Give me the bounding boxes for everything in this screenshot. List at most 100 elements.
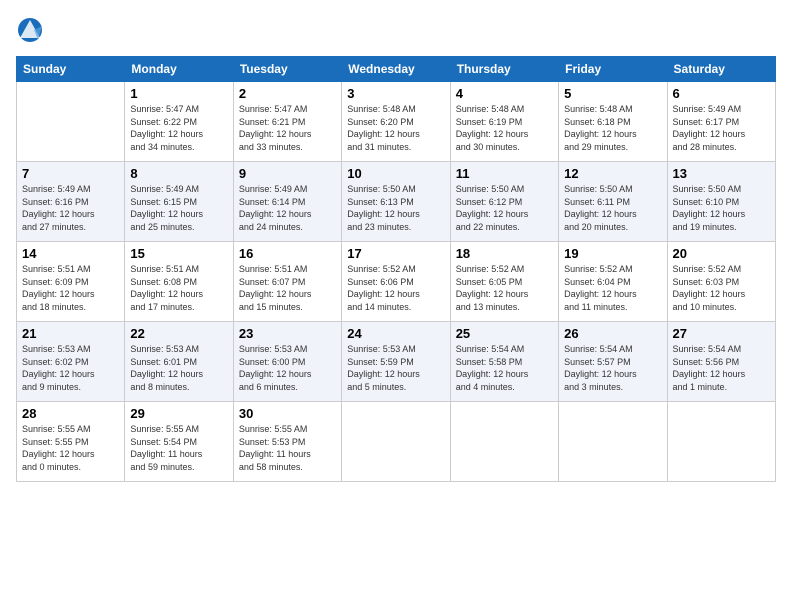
day-number: 17 (347, 246, 444, 261)
table-row: 6 Sunrise: 5:49 AM Sunset: 6:17 PM Daylig… (667, 82, 775, 162)
col-header-saturday: Saturday (667, 57, 775, 82)
table-row: 3 Sunrise: 5:48 AM Sunset: 6:20 PM Daylig… (342, 82, 450, 162)
calendar-week-row: 7 Sunrise: 5:49 AM Sunset: 6:16 PM Daylig… (17, 162, 776, 242)
table-row: 30 Sunrise: 5:55 AM Sunset: 5:53 PM Dayli… (233, 402, 341, 482)
col-header-friday: Friday (559, 57, 667, 82)
col-header-thursday: Thursday (450, 57, 558, 82)
table-row (667, 402, 775, 482)
day-number: 2 (239, 86, 336, 101)
day-info: Sunrise: 5:53 AM Sunset: 6:02 PM Dayligh… (22, 343, 119, 393)
table-row: 19 Sunrise: 5:52 AM Sunset: 6:04 PM Dayli… (559, 242, 667, 322)
day-info: Sunrise: 5:48 AM Sunset: 6:19 PM Dayligh… (456, 103, 553, 153)
table-row: 29 Sunrise: 5:55 AM Sunset: 5:54 PM Dayli… (125, 402, 233, 482)
day-number: 12 (564, 166, 661, 181)
day-info: Sunrise: 5:50 AM Sunset: 6:11 PM Dayligh… (564, 183, 661, 233)
day-info: Sunrise: 5:53 AM Sunset: 6:00 PM Dayligh… (239, 343, 336, 393)
day-number: 15 (130, 246, 227, 261)
day-info: Sunrise: 5:55 AM Sunset: 5:53 PM Dayligh… (239, 423, 336, 473)
day-number: 21 (22, 326, 119, 341)
table-row: 20Sunrise: 5:52 AM Sunset: 6:03 PM Dayli… (667, 242, 775, 322)
day-number: 18 (456, 246, 553, 261)
table-row (450, 402, 558, 482)
day-number: 8 (130, 166, 227, 181)
day-number: 27 (673, 326, 770, 341)
col-header-sunday: Sunday (17, 57, 125, 82)
day-info: Sunrise: 5:52 AM Sunset: 6:05 PM Dayligh… (456, 263, 553, 313)
logo-icon (16, 16, 44, 44)
day-number: 24 (347, 326, 444, 341)
day-info: Sunrise: 5:52 AM Sunset: 6:04 PM Dayligh… (564, 263, 661, 313)
page: SundayMondayTuesdayWednesdayThursdayFrid… (0, 0, 792, 612)
day-number: 20 (673, 246, 770, 261)
day-number: 11 (456, 166, 553, 181)
table-row (559, 402, 667, 482)
day-number: 30 (239, 406, 336, 421)
table-row: 18 Sunrise: 5:52 AM Sunset: 6:05 PM Dayli… (450, 242, 558, 322)
table-row: 21 Sunrise: 5:53 AM Sunset: 6:02 PM Dayli… (17, 322, 125, 402)
day-number: 28 (22, 406, 119, 421)
day-info: Sunrise: 5:49 AM Sunset: 6:14 PM Dayligh… (239, 183, 336, 233)
table-row: 10Sunrise: 5:50 AM Sunset: 6:13 PM Dayli… (342, 162, 450, 242)
day-number: 19 (564, 246, 661, 261)
table-row: 4 Sunrise: 5:48 AM Sunset: 6:19 PM Daylig… (450, 82, 558, 162)
table-row: 23 Sunrise: 5:53 AM Sunset: 6:00 PM Dayli… (233, 322, 341, 402)
table-row: 16Sunrise: 5:51 AM Sunset: 6:07 PM Dayli… (233, 242, 341, 322)
table-row: 1 Sunrise: 5:47 AM Sunset: 6:22 PM Daylig… (125, 82, 233, 162)
table-row: 5 Sunrise: 5:48 AM Sunset: 6:18 PM Daylig… (559, 82, 667, 162)
table-row: 8 Sunrise: 5:49 AM Sunset: 6:15 PM Daylig… (125, 162, 233, 242)
table-row: 17 Sunrise: 5:52 AM Sunset: 6:06 PM Dayli… (342, 242, 450, 322)
day-info: Sunrise: 5:48 AM Sunset: 6:18 PM Dayligh… (564, 103, 661, 153)
calendar-week-row: 14 Sunrise: 5:51 AM Sunset: 6:09 PM Dayli… (17, 242, 776, 322)
table-row: 2 Sunrise: 5:47 AM Sunset: 6:21 PM Daylig… (233, 82, 341, 162)
day-number: 23 (239, 326, 336, 341)
day-number: 6 (673, 86, 770, 101)
table-row: 15Sunrise: 5:51 AM Sunset: 6:08 PM Dayli… (125, 242, 233, 322)
day-info: Sunrise: 5:50 AM Sunset: 6:12 PM Dayligh… (456, 183, 553, 233)
table-row: 12 Sunrise: 5:50 AM Sunset: 6:11 PM Dayli… (559, 162, 667, 242)
table-row: 22 Sunrise: 5:53 AM Sunset: 6:01 PM Dayli… (125, 322, 233, 402)
day-info: Sunrise: 5:51 AM Sunset: 6:07 PM Dayligh… (239, 263, 336, 313)
day-info: Sunrise: 5:53 AM Sunset: 6:01 PM Dayligh… (130, 343, 227, 393)
table-row: 9 Sunrise: 5:49 AM Sunset: 6:14 PM Daylig… (233, 162, 341, 242)
day-number: 7 (22, 166, 119, 181)
day-info: Sunrise: 5:49 AM Sunset: 6:16 PM Dayligh… (22, 183, 119, 233)
table-row: 14 Sunrise: 5:51 AM Sunset: 6:09 PM Dayli… (17, 242, 125, 322)
day-info: Sunrise: 5:54 AM Sunset: 5:58 PM Dayligh… (456, 343, 553, 393)
table-row: 25 Sunrise: 5:54 AM Sunset: 5:58 PM Dayli… (450, 322, 558, 402)
logo (16, 16, 46, 44)
day-number: 4 (456, 86, 553, 101)
col-header-wednesday: Wednesday (342, 57, 450, 82)
day-info: Sunrise: 5:49 AM Sunset: 6:17 PM Dayligh… (673, 103, 770, 153)
day-number: 3 (347, 86, 444, 101)
calendar-header-row: SundayMondayTuesdayWednesdayThursdayFrid… (17, 57, 776, 82)
calendar-week-row: 28 Sunrise: 5:55 AM Sunset: 5:55 PM Dayli… (17, 402, 776, 482)
table-row: 11 Sunrise: 5:50 AM Sunset: 6:12 PM Dayli… (450, 162, 558, 242)
day-number: 29 (130, 406, 227, 421)
day-number: 9 (239, 166, 336, 181)
day-info: Sunrise: 5:47 AM Sunset: 6:22 PM Dayligh… (130, 103, 227, 153)
day-number: 5 (564, 86, 661, 101)
day-info: Sunrise: 5:51 AM Sunset: 6:09 PM Dayligh… (22, 263, 119, 313)
day-info: Sunrise: 5:54 AM Sunset: 5:57 PM Dayligh… (564, 343, 661, 393)
table-row: 28 Sunrise: 5:55 AM Sunset: 5:55 PM Dayli… (17, 402, 125, 482)
day-info: Sunrise: 5:48 AM Sunset: 6:20 PM Dayligh… (347, 103, 444, 153)
day-number: 25 (456, 326, 553, 341)
day-number: 13 (673, 166, 770, 181)
day-number: 14 (22, 246, 119, 261)
header (16, 16, 776, 44)
day-number: 1 (130, 86, 227, 101)
day-info: Sunrise: 5:47 AM Sunset: 6:21 PM Dayligh… (239, 103, 336, 153)
table-row: 13Sunrise: 5:50 AM Sunset: 6:10 PM Dayli… (667, 162, 775, 242)
col-header-tuesday: Tuesday (233, 57, 341, 82)
day-info: Sunrise: 5:55 AM Sunset: 5:55 PM Dayligh… (22, 423, 119, 473)
table-row: 24Sunrise: 5:53 AM Sunset: 5:59 PM Dayli… (342, 322, 450, 402)
table-row: 27Sunrise: 5:54 AM Sunset: 5:56 PM Dayli… (667, 322, 775, 402)
calendar-table: SundayMondayTuesdayWednesdayThursdayFrid… (16, 56, 776, 482)
day-info: Sunrise: 5:52 AM Sunset: 6:06 PM Dayligh… (347, 263, 444, 313)
table-row: 26Sunrise: 5:54 AM Sunset: 5:57 PM Dayli… (559, 322, 667, 402)
day-number: 22 (130, 326, 227, 341)
day-info: Sunrise: 5:50 AM Sunset: 6:13 PM Dayligh… (347, 183, 444, 233)
day-info: Sunrise: 5:55 AM Sunset: 5:54 PM Dayligh… (130, 423, 227, 473)
table-row (342, 402, 450, 482)
day-info: Sunrise: 5:49 AM Sunset: 6:15 PM Dayligh… (130, 183, 227, 233)
